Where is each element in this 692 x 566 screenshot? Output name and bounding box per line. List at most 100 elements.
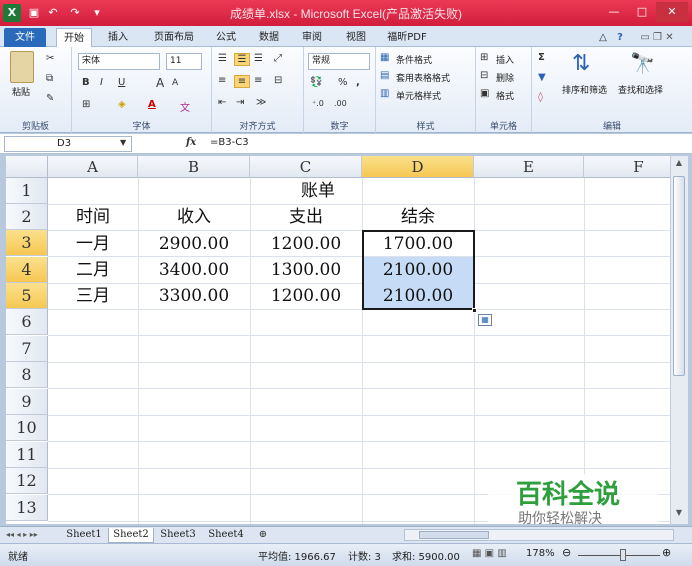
horizontal-scrollbar[interactable] [404,529,674,541]
row-header-1[interactable]: 1 [6,178,48,204]
align-center-icon[interactable]: ≡ [234,75,250,88]
sort-filter-button[interactable]: 排序和筛选 [562,83,607,96]
fill-icon[interactable]: ▼ [538,72,546,83]
tab-page-layout[interactable]: 页面布局 [148,28,200,47]
cell-styles-button[interactable]: 单元格样式 [396,89,441,102]
find-select-icon[interactable]: 🔭 [630,51,655,75]
font-name-combo[interactable]: 宋体 [78,53,160,70]
column-header-a[interactable]: A [48,156,138,178]
phonetic-button[interactable]: 文 [180,99,190,114]
tab-view[interactable]: 视图 [342,28,370,47]
fill-color-icon[interactable]: ◈ [118,99,126,110]
sheet-tab-1[interactable]: Sheet1 [62,528,106,543]
cell-a5[interactable]: 三月 [48,283,138,309]
sheet-tab-2[interactable]: Sheet2 [108,528,154,543]
worksheet-grid[interactable]: A B C D E F 1 2 3 4 5 6 7 8 9 10 11 12 13 ▦ 账单 时间 收入… [6,156,670,524]
align-left-icon[interactable]: ≡ [218,75,226,86]
workbook-window-controls[interactable]: ▭ ❐ ✕ [632,28,682,47]
sheet-tab-4[interactable]: Sheet4 [204,528,248,543]
new-sheet-icon[interactable]: ⊕ [254,528,272,543]
row-header-2[interactable]: 2 [6,204,48,230]
format-as-table-icon[interactable]: ▤ [380,70,389,81]
sheet-nav-icon[interactable]: ◂◂ ◂ ▸ ▸▸ [6,528,38,543]
currency-icon[interactable]: 💱 [310,77,322,88]
underline-button[interactable]: U [118,77,125,88]
decrease-decimal-icon[interactable]: .00 [334,99,347,108]
cell-d5[interactable]: 2100.00 [362,283,474,309]
increase-indent-icon[interactable]: ⇥ [236,97,244,108]
comma-button[interactable]: , [356,77,360,88]
format-painter-icon[interactable]: ✎ [46,93,54,104]
cell-b3[interactable]: 2900.00 [138,231,250,257]
row-header-4[interactable]: 4 [6,257,48,283]
font-size-combo[interactable]: 11 [166,53,202,70]
row-header-7[interactable]: 7 [6,336,48,362]
tab-home[interactable]: 开始 [56,28,92,47]
row-header-9[interactable]: 9 [6,389,48,415]
format-cells-icon[interactable]: ▣ [480,88,489,99]
select-all-button[interactable] [6,156,48,178]
row-header-10[interactable]: 10 [6,415,48,441]
zoom-slider-thumb[interactable] [620,549,626,561]
ribbon-minimize-icon[interactable]: △ [596,28,610,47]
align-top-icon[interactable]: ☰ [218,53,227,64]
cell-a4[interactable]: 二月 [48,257,138,283]
cell-styles-icon[interactable]: ▥ [380,88,389,99]
format-as-table-button[interactable]: 套用表格格式 [396,71,450,84]
paste-button-label[interactable]: 粘贴 [12,85,30,98]
scroll-down-icon[interactable]: ▼ [673,508,685,522]
insert-cells-button[interactable]: 插入 [496,53,514,66]
view-normal-icon[interactable]: ▦ ▣ ▥ [472,548,507,559]
row-header-11[interactable]: 11 [6,442,48,468]
horizontal-scrollbar-thumb[interactable] [419,531,489,539]
row-header-5[interactable]: 5 [6,283,48,309]
text-direction-icon[interactable]: ≫ [256,97,266,108]
zoom-slider-track[interactable] [578,555,660,556]
delete-cells-icon[interactable]: ⊟ [480,70,488,81]
column-header-d[interactable]: D [362,156,474,178]
maximize-button[interactable]: □ [628,2,656,22]
cell-c2[interactable]: 支出 [250,204,362,230]
tab-review[interactable]: 审阅 [298,28,326,47]
cell-c3[interactable]: 1200.00 [250,231,362,257]
row-header-8[interactable]: 8 [6,362,48,388]
cell-d2[interactable]: 结余 [362,204,474,230]
zoom-out-icon[interactable]: ⊖ [562,546,571,559]
scrollbar-thumb[interactable] [673,176,685,376]
cell-b2[interactable]: 收入 [138,204,250,230]
copy-icon[interactable]: ⧉ [46,73,53,84]
conditional-format-button[interactable]: 条件格式 [396,53,432,66]
insert-function-button[interactable]: fx [186,137,196,148]
column-header-e[interactable]: E [474,156,584,178]
cell-a2[interactable]: 时间 [48,204,138,230]
cell-b4[interactable]: 3400.00 [138,257,250,283]
sheet-tab-3[interactable]: Sheet3 [156,528,200,543]
autosum-button[interactable]: Σ [538,52,545,63]
align-middle-icon[interactable]: ☰ [234,53,250,66]
cell-d4[interactable]: 2100.00 [362,257,474,283]
clear-icon[interactable]: ◊ [538,92,543,103]
cell-a1-title[interactable]: 账单 [48,178,588,204]
tab-formulas[interactable]: 公式 [212,28,240,47]
row-header-3[interactable]: 3 [6,230,48,256]
merge-center-icon[interactable]: ⊟ [274,75,282,86]
help-icon[interactable]: ? [612,28,628,47]
increase-decimal-icon[interactable]: ⁺.0 [312,99,324,108]
column-header-f[interactable]: F [584,156,670,178]
grow-font-button[interactable]: A [156,76,164,90]
paste-icon[interactable] [10,51,34,83]
zoom-level[interactable]: 178% [526,548,555,559]
name-box[interactable]: D3 [4,136,132,152]
row-header-6[interactable]: 6 [6,309,48,335]
shrink-font-button[interactable]: A [172,78,178,88]
chevron-down-icon[interactable]: ▼ [120,138,126,147]
tab-file[interactable]: 文件 [4,28,46,47]
borders-icon[interactable]: ⊞ [82,99,90,110]
cut-icon[interactable]: ✂ [46,53,54,64]
percent-button[interactable]: % [338,77,348,88]
bold-button[interactable]: B [82,77,90,88]
format-cells-button[interactable]: 格式 [496,89,514,102]
tab-insert[interactable]: 插入 [104,28,132,47]
cell-c4[interactable]: 1300.00 [250,257,362,283]
vertical-scrollbar[interactable]: ▲ ▼ [670,156,688,524]
